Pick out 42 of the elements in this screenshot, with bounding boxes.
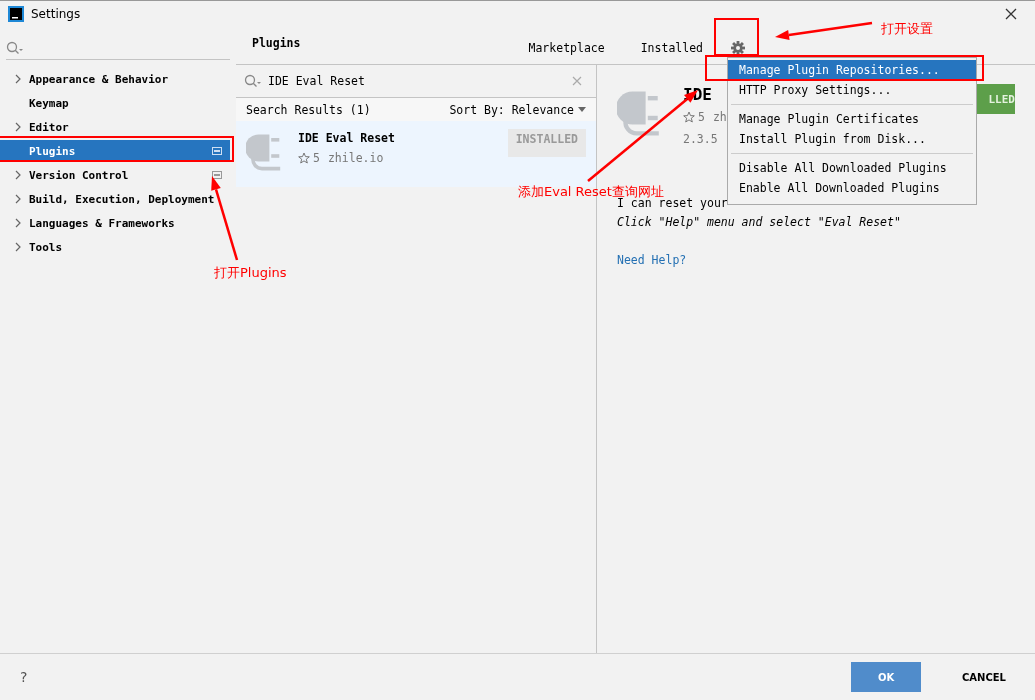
sidebar-item[interactable]: Editor bbox=[0, 116, 230, 138]
menu-item[interactable]: HTTP Proxy Settings... bbox=[728, 80, 976, 100]
window-title: Settings bbox=[31, 7, 81, 21]
vendor: zhile.io bbox=[327, 151, 384, 165]
vendor: zh bbox=[712, 110, 727, 124]
rating: 5 bbox=[313, 151, 320, 165]
usage-hint: Click "Help" menu and select "Eval Reset" bbox=[617, 215, 901, 229]
menu-item[interactable]: Manage Plugin Certificates bbox=[728, 109, 976, 129]
sidebar-item[interactable]: Languages & Frameworks bbox=[0, 212, 230, 234]
menu-item[interactable]: Manage Plugin Repositories... bbox=[728, 60, 976, 80]
menu-item[interactable]: Install Plugin from Disk... bbox=[728, 129, 976, 149]
star-icon bbox=[683, 111, 695, 123]
close-icon bbox=[1005, 8, 1017, 20]
menu-item[interactable]: Disable All Downloaded Plugins bbox=[728, 158, 976, 178]
page-title: Plugins bbox=[252, 36, 301, 50]
rating: 5 bbox=[698, 110, 705, 124]
installed-label: INSTALLED bbox=[507, 129, 586, 157]
search-icon bbox=[6, 41, 24, 55]
sidebar-item[interactable]: Appearance & Behavior bbox=[0, 68, 230, 90]
sidebar-item[interactable]: Keymap bbox=[0, 92, 230, 114]
help-link[interactable]: Need Help? bbox=[617, 253, 687, 267]
caret-icon bbox=[578, 107, 586, 112]
sidebar-item[interactable]: Plugins bbox=[0, 140, 230, 162]
clear-icon bbox=[572, 76, 582, 86]
results-heading: Search Results (1) bbox=[246, 102, 371, 117]
sidebar-item[interactable]: Build, Execution, Deployment bbox=[0, 188, 230, 210]
plugin-name: IDE Eval Reset bbox=[298, 131, 395, 145]
version-label: 2.3.5 bbox=[683, 132, 719, 146]
app-logo-icon bbox=[8, 6, 24, 22]
star-icon bbox=[298, 152, 310, 164]
sort-dropdown[interactable]: Sort By: Relevance bbox=[449, 102, 586, 117]
menu-item[interactable]: Enable All Downloaded Plugins bbox=[728, 178, 976, 198]
annotation-label: 打开设置 bbox=[881, 20, 933, 38]
help-button[interactable]: ? bbox=[20, 669, 28, 685]
sidebar-item[interactable]: Tools bbox=[0, 236, 230, 258]
settings-icon bbox=[731, 41, 745, 55]
tab[interactable]: Installed bbox=[622, 41, 721, 64]
cancel-button[interactable]: CANCEL bbox=[949, 662, 1019, 692]
tab[interactable]: Marketplace bbox=[510, 41, 623, 64]
annotation-label: 打开Plugins bbox=[214, 264, 287, 282]
ok-button[interactable]: OK bbox=[851, 662, 921, 692]
search-icon bbox=[244, 74, 262, 88]
